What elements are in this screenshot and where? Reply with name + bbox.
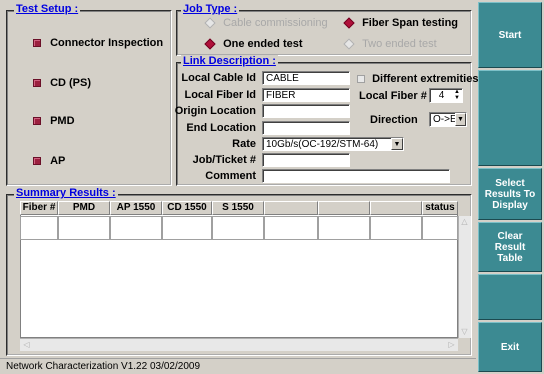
column-header[interactable]: PMD — [58, 201, 110, 215]
option-label: Cable commissioning — [223, 17, 328, 29]
origin-location-field[interactable] — [262, 104, 350, 118]
column-header[interactable] — [318, 201, 370, 215]
job-option-cable-commissioning[interactable]: Cable commissioning — [204, 17, 328, 29]
origin-location-label: Origin Location — [174, 105, 256, 117]
job-option-two-ended-test[interactable]: Two ended test — [343, 38, 437, 50]
test-item-ap[interactable]: AP — [33, 155, 65, 167]
test-item-label: PMD — [50, 115, 75, 127]
table-cell[interactable] — [58, 216, 110, 240]
rate-dropdown-arrow-icon[interactable]: ▼ — [391, 138, 403, 150]
indicator-icon — [33, 39, 41, 48]
status-text: Network Characterization V1.22 03/02/200… — [6, 361, 201, 372]
column-header[interactable]: S 1550 — [212, 201, 264, 215]
local-fiber-id-label: Local Fiber Id — [184, 89, 256, 101]
job-ticket-field[interactable] — [262, 153, 350, 167]
local-fiber-num-label: Local Fiber # — [359, 90, 427, 102]
local-fiber-id-field[interactable]: FIBER — [262, 88, 350, 102]
table-cell[interactable] — [20, 216, 58, 240]
indicator-icon — [33, 157, 41, 166]
scroll-left-arrow-icon[interactable]: ◁ — [21, 339, 32, 350]
horizontal-scrollbar[interactable] — [20, 338, 458, 351]
column-header[interactable]: status — [422, 201, 458, 215]
end-location-label: End Location — [186, 122, 256, 134]
vertical-scrollbar[interactable] — [458, 216, 471, 338]
comment-label: Comment — [205, 170, 256, 182]
table-cell[interactable] — [318, 216, 370, 240]
column-header[interactable] — [370, 201, 422, 215]
test-item-pmd[interactable]: PMD — [33, 115, 75, 127]
select-results-button[interactable]: Select Results To Display — [478, 168, 542, 220]
test-item-label: CD (PS) — [50, 77, 92, 89]
side-button-spacer — [478, 70, 542, 166]
table-cell[interactable] — [162, 216, 212, 240]
comment-field[interactable] — [262, 169, 450, 183]
local-cable-id-label: Local Cable Id — [181, 72, 256, 84]
job-ticket-label: Job/Ticket # — [192, 154, 256, 166]
local-fiber-num-value: 4 — [438, 90, 445, 101]
test-item-cd-ps[interactable]: CD (PS) — [33, 77, 91, 89]
exit-button[interactable]: Exit — [478, 322, 542, 372]
column-header[interactable]: Fiber # — [20, 201, 58, 215]
table-cell[interactable] — [422, 216, 458, 240]
different-extremities-label: Different extremities — [372, 73, 479, 85]
indicator-icon — [33, 117, 41, 126]
option-label: Fiber Span testing — [362, 17, 459, 29]
test-setup-title: Test Setup : — [14, 3, 81, 15]
column-header[interactable]: CD 1550 — [162, 201, 212, 215]
scroll-right-arrow-icon[interactable]: ▷ — [446, 339, 457, 350]
direction-value: O->E — [433, 114, 457, 125]
job-option-one-ended-test[interactable]: One ended test — [204, 38, 303, 50]
end-location-field[interactable] — [262, 121, 350, 135]
table-cell[interactable] — [370, 216, 422, 240]
rate-select[interactable]: 10Gb/s(OC-192/STM-64) — [262, 137, 404, 151]
different-extremities-checkbox[interactable]: Different extremities — [357, 73, 478, 85]
job-option-fiber-span-testing[interactable]: Fiber Span testing — [343, 17, 459, 29]
test-item-label: Connector Inspection — [50, 37, 164, 49]
option-label: One ended test — [223, 38, 303, 50]
link-description-title: Link Description : — [181, 55, 278, 67]
scroll-up-arrow-icon[interactable]: △ — [459, 217, 470, 227]
indicator-icon — [33, 79, 41, 88]
summary-results-title: Summary Results : — [14, 187, 118, 199]
start-button[interactable]: Start — [478, 2, 542, 68]
table-cell[interactable] — [264, 216, 318, 240]
table-cell[interactable] — [110, 216, 162, 240]
spinner-arrows-icon[interactable]: ▲ ▼ — [452, 89, 462, 102]
side-button-spacer — [478, 274, 542, 320]
radio-icon — [343, 38, 355, 50]
column-header[interactable] — [264, 201, 318, 215]
radio-icon — [343, 17, 355, 29]
rate-value: 10Gb/s(OC-192/STM-64) — [266, 139, 379, 150]
status-bar: Network Characterization V1.22 03/02/200… — [0, 358, 476, 374]
clear-result-table-button[interactable]: Clear Result Table — [478, 222, 542, 272]
radio-icon — [204, 38, 216, 50]
table-cell[interactable] — [212, 216, 264, 240]
rate-label: Rate — [232, 138, 256, 150]
option-label: Two ended test — [362, 38, 437, 50]
direction-label: Direction — [370, 114, 418, 126]
test-item-label: AP — [50, 155, 66, 167]
checkbox-icon — [357, 75, 365, 84]
scroll-down-arrow-icon[interactable]: ▽ — [459, 327, 470, 337]
job-type-title: Job Type : — [181, 3, 240, 15]
local-cable-id-field[interactable]: CABLE — [262, 71, 350, 85]
column-header[interactable]: AP 1550 — [110, 201, 162, 215]
direction-dropdown-arrow-icon[interactable]: ▼ — [455, 113, 466, 126]
radio-icon — [204, 17, 216, 29]
test-item-connector-inspection[interactable]: Connector Inspection — [33, 37, 163, 49]
